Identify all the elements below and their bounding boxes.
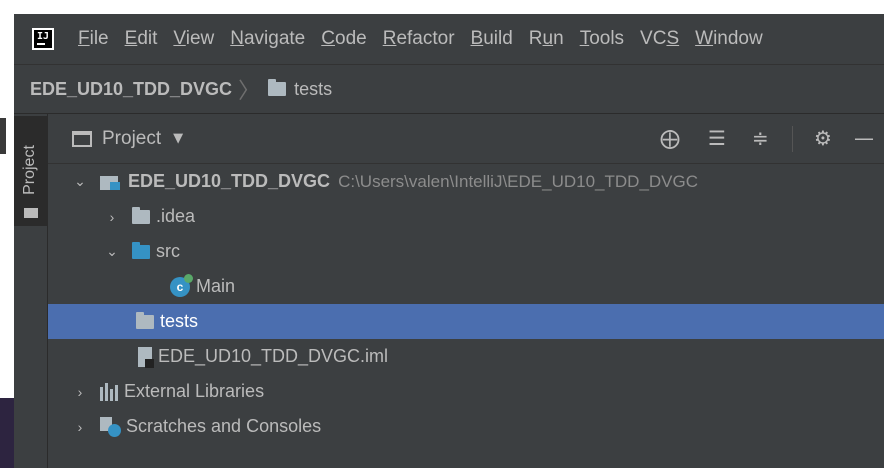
- folder-icon: [268, 79, 287, 96]
- tree-row-scratches[interactable]: › Scratches and Consoles: [48, 409, 884, 444]
- tree-row-iml[interactable]: EDE_UD10_TDD_DVGC.iml: [48, 339, 884, 374]
- tree-item-label: Scratches and Consoles: [126, 416, 322, 436]
- folder-icon: [132, 206, 150, 224]
- project-view-icon: [72, 130, 92, 147]
- menu-run[interactable]: Run: [521, 28, 572, 50]
- module-icon: [100, 174, 122, 190]
- menu-build[interactable]: Build: [463, 28, 521, 50]
- project-panel: Project ▼ ⨁ ☰ ≑ ⚙ — ⌄ EDE_UD10_TDD_DVGC …: [48, 114, 884, 468]
- gear-icon[interactable]: ⚙: [814, 128, 832, 148]
- tree-row-external-libraries[interactable]: › External Libraries: [48, 374, 884, 409]
- tree-row-tests[interactable]: tests: [48, 304, 884, 339]
- menu-edit[interactable]: Edit: [117, 28, 166, 50]
- chevron-down-icon[interactable]: ▼: [173, 131, 183, 146]
- breadcrumb-folder[interactable]: tests: [294, 79, 332, 100]
- menu-tools[interactable]: Tools: [572, 28, 632, 50]
- tree-row-project-root[interactable]: ⌄ EDE_UD10_TDD_DVGC C:\Users\valen\Intel…: [48, 164, 884, 199]
- tree-item-label: EDE_UD10_TDD_DVGC.iml: [158, 346, 389, 366]
- tree-item-label: EDE_UD10_TDD_DVGC: [128, 171, 331, 191]
- project-tool-tab[interactable]: Project: [14, 116, 48, 226]
- expand-all-icon[interactable]: ☰: [708, 128, 726, 148]
- menu-vcs[interactable]: VCS: [632, 28, 687, 50]
- menu-bar: IJ File Edit View Navigate Code Refactor…: [14, 14, 884, 64]
- chevron-right-icon[interactable]: ›: [104, 209, 120, 225]
- left-tool-strip: Project: [14, 114, 48, 468]
- folder-icon: [24, 208, 38, 218]
- breadcrumb-separator-icon: 〉: [238, 78, 261, 103]
- desktop-background: [0, 0, 14, 468]
- tree-item-label: .idea: [156, 206, 196, 226]
- breadcrumb-project[interactable]: EDE_UD10_TDD_DVGC: [30, 79, 232, 100]
- tree-row-idea[interactable]: › .idea: [48, 199, 884, 234]
- libraries-icon: [100, 382, 120, 401]
- project-panel-header: Project ▼ ⨁ ☰ ≑ ⚙ —: [48, 114, 884, 164]
- tree-item-label: tests: [160, 311, 199, 331]
- menu-view[interactable]: View: [165, 28, 222, 50]
- collapse-all-icon[interactable]: ≑: [752, 128, 769, 148]
- intellij-logo-icon: IJ: [32, 28, 54, 50]
- chevron-right-icon[interactable]: ›: [72, 419, 88, 435]
- java-class-icon: c: [170, 273, 193, 297]
- header-divider: [792, 126, 793, 152]
- tree-item-label: src: [156, 241, 180, 261]
- tree-item-label: External Libraries: [124, 381, 265, 401]
- chevron-down-icon[interactable]: ⌄: [72, 173, 88, 190]
- menu-window[interactable]: Window: [687, 28, 771, 50]
- window-top-margin: [14, 0, 884, 14]
- tree-item-label: Main: [196, 276, 236, 296]
- ide-window: IJ File Edit View Navigate Code Refactor…: [14, 14, 884, 468]
- menu-code[interactable]: Code: [313, 28, 374, 50]
- menu-navigate[interactable]: Navigate: [222, 28, 313, 50]
- tree-row-src[interactable]: ⌄ src: [48, 234, 884, 269]
- chevron-down-icon[interactable]: ⌄: [104, 243, 120, 260]
- scratches-icon: [100, 416, 122, 437]
- breadcrumb: EDE_UD10_TDD_DVGC 〉 tests: [14, 64, 884, 114]
- locate-icon[interactable]: ⨁: [660, 128, 680, 148]
- tree-item-path: C:\Users\valen\IntelliJ\EDE_UD10_TDD_DVG…: [338, 171, 699, 191]
- chevron-right-icon[interactable]: ›: [72, 384, 88, 400]
- minimize-icon[interactable]: —: [854, 128, 874, 148]
- tree-row-main[interactable]: c Main: [48, 269, 884, 304]
- panel-title[interactable]: Project: [102, 128, 161, 150]
- menu-file[interactable]: File: [70, 28, 117, 50]
- folder-icon: [136, 311, 154, 329]
- menu-refactor[interactable]: Refactor: [375, 28, 463, 50]
- iml-file-icon: [138, 346, 154, 368]
- project-tab-label: Project: [21, 145, 38, 195]
- source-folder-icon: [132, 241, 150, 259]
